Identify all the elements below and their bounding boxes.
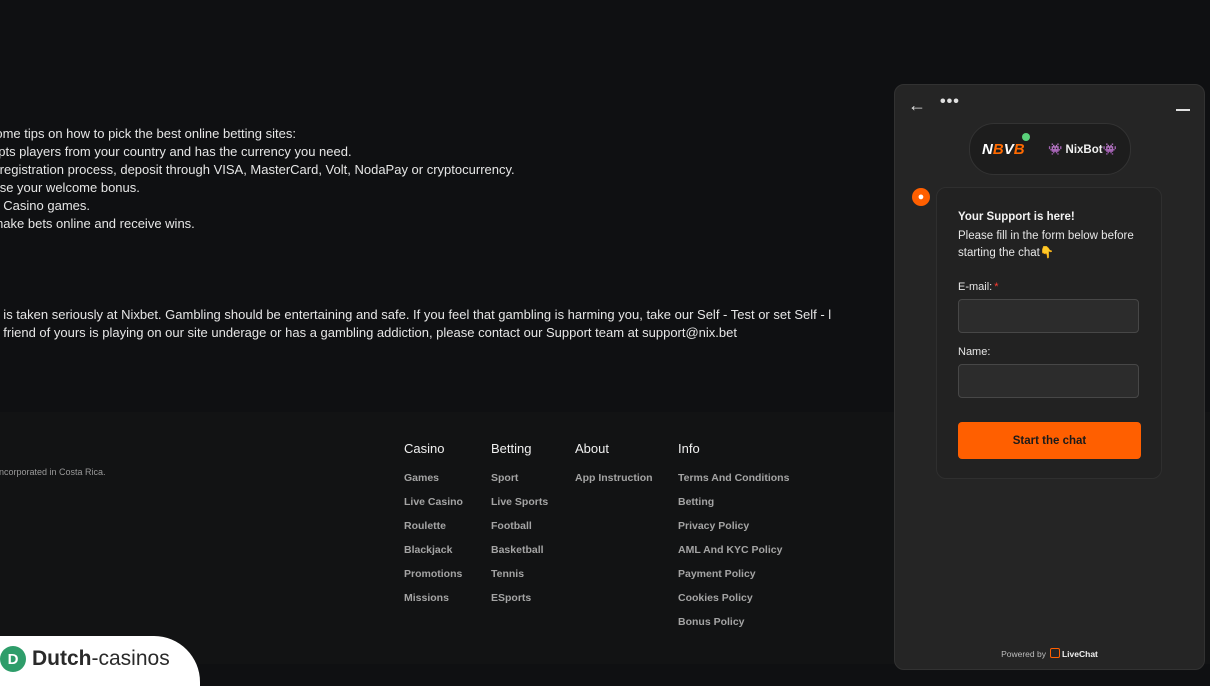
footer-link-bonus[interactable]: Bonus Policy — [678, 615, 789, 639]
footer-link-live-casino[interactable]: Live Casino — [404, 495, 463, 519]
footer-link-sport[interactable]: Sport — [491, 471, 548, 495]
brand-dutch: Dutch — [32, 647, 92, 670]
footer-column-info: Info Terms And Conditions Betting Privac… — [678, 441, 789, 639]
footer-link-missions[interactable]: Missions — [404, 591, 463, 615]
brand-logo-icon: D — [0, 646, 26, 672]
footer-heading: About — [575, 441, 609, 456]
more-options-icon[interactable]: ••• — [940, 93, 960, 111]
agent-logo-letter: B — [1013, 140, 1025, 158]
tip-line: the registration process, deposit throug… — [0, 162, 515, 177]
watermark-logo: D Dutch -casinos — [0, 646, 170, 672]
footer-link-football[interactable]: Football — [491, 519, 548, 543]
footer-link-roulette[interactable]: Roulette — [404, 519, 463, 543]
footer-heading: Betting — [491, 441, 532, 456]
system-message-icon: ● — [912, 188, 930, 206]
footer-heading: Info — [678, 441, 700, 456]
footer-link-terms[interactable]: Terms And Conditions — [678, 471, 789, 495]
footer-link-privacy[interactable]: Privacy Policy — [678, 519, 789, 543]
watermark-badge: D Dutch -casinos — [0, 636, 200, 686]
agent-name: 👾 NixBot👾 — [1048, 144, 1117, 156]
footer-link-esports[interactable]: ESports — [491, 591, 548, 615]
footer-link-live-sports[interactable]: Live Sports — [491, 495, 548, 519]
brand-casinos: -casinos — [91, 647, 170, 670]
required-asterisk: * — [994, 281, 999, 293]
form-title: Your Support is here! — [958, 211, 1075, 223]
chat-widget: ← ••• NBVB 👾 NixBot👾 ● Your Support is h… — [894, 84, 1205, 670]
email-label-text: E-mail: — [958, 281, 993, 293]
tip-line: hoose your welcome bonus. — [0, 180, 140, 195]
start-chat-button[interactable]: Start the chat — [958, 422, 1141, 459]
footer-link-basketball[interactable]: Basketball — [491, 543, 548, 567]
livechat-link[interactable]: LiveChat — [1062, 649, 1098, 659]
form-subtitle: Please fill in the form below before sta… — [958, 230, 1134, 259]
responsible-line: at a friend of yours is playing on our s… — [0, 325, 737, 340]
footer-link-payment[interactable]: Payment Policy — [678, 567, 789, 591]
tip-line: e some tips on how to pick the best onli… — [0, 126, 296, 141]
agent-logo-letter: N — [982, 140, 993, 158]
footer-column-betting: Betting Sport Live Sports Football Baske… — [491, 441, 548, 615]
agent-avatar: NBVB — [982, 133, 1030, 164]
name-field[interactable] — [958, 364, 1139, 398]
agent-logo-letter: B — [992, 140, 1004, 158]
tip-line: s or Casino games. — [0, 198, 90, 213]
footer-link-betting-rules[interactable]: Betting — [678, 495, 789, 519]
minimize-icon[interactable] — [1176, 109, 1190, 111]
powered-by: Powered by LiveChat — [895, 648, 1204, 659]
footer-link-promotions[interactable]: Promotions — [404, 567, 463, 591]
powered-by-text: Powered by — [1001, 649, 1046, 659]
prechat-form: Your Support is here! Please fill in the… — [936, 187, 1162, 479]
tips-list: e some tips on how to pick the best onli… — [0, 125, 515, 233]
footer-column-casino: Casino Games Live Casino Roulette Blackj… — [404, 441, 463, 615]
tip-line: to make bets online and receive wins. — [0, 216, 195, 231]
responsible-gaming-text: and is taken seriously at Nixbet. Gambli… — [0, 306, 831, 342]
back-arrow-icon[interactable]: ← — [908, 95, 926, 116]
name-label: Name: — [958, 346, 991, 358]
footer-heading: Casino — [404, 441, 445, 456]
online-status-dot — [1022, 133, 1030, 141]
footer-link-games[interactable]: Games — [404, 471, 463, 495]
footer-link-blackjack[interactable]: Blackjack — [404, 543, 463, 567]
footer-column-about: About App Instruction — [575, 441, 653, 495]
tip-line: ccepts players from your country and has… — [0, 144, 352, 159]
agent-logo-letter: V — [1003, 140, 1014, 158]
footer-link-aml-kyc[interactable]: AML And KYC Policy — [678, 543, 789, 567]
footer-link-tennis[interactable]: Tennis — [491, 567, 548, 591]
company-info: mit, incorporated in Costa Rica. — [0, 467, 106, 477]
email-label: E-mail: * — [958, 281, 999, 293]
footer-link-app-instruction[interactable]: App Instruction — [575, 471, 653, 495]
agent-header: NBVB 👾 NixBot👾 — [969, 123, 1131, 175]
footer-link-cookies[interactable]: Cookies Policy — [678, 591, 789, 615]
livechat-icon — [1049, 648, 1060, 658]
responsible-line: and is taken seriously at Nixbet. Gambli… — [0, 307, 832, 322]
email-field[interactable] — [958, 299, 1139, 333]
